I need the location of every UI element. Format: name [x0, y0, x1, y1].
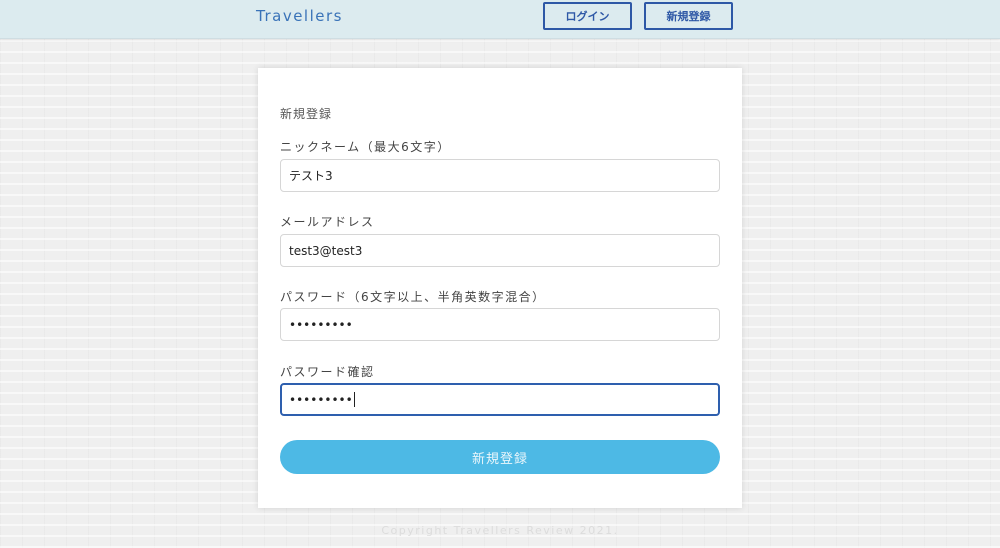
text-caret	[353, 392, 355, 407]
nickname-input[interactable]: テスト3	[280, 159, 720, 192]
email-input[interactable]: test3@test3	[280, 234, 720, 267]
email-value: test3@test3	[289, 243, 363, 258]
password-input[interactable]: •••••••••	[280, 308, 720, 341]
top-header: Travellers ログイン 新規登録	[0, 0, 1000, 39]
password-value: •••••••••	[289, 317, 353, 332]
password-label: パスワード（6文字以上、半角英数字混合）	[280, 290, 546, 304]
nickname-label: ニックネーム（最大6文字）	[280, 140, 451, 154]
login-button[interactable]: ログイン	[543, 2, 632, 30]
password-confirm-label: パスワード確認	[280, 365, 375, 379]
nickname-value: テスト3	[289, 169, 333, 183]
copyright-footer: Copyright Travellers Review 2021.	[381, 524, 619, 537]
signup-submit-button[interactable]: 新規登録	[280, 440, 720, 474]
signup-form-card: 新規登録 ニックネーム（最大6文字） テスト3 メールアドレス test3@te…	[258, 68, 742, 508]
password-confirm-value: •••••••••	[289, 392, 353, 407]
site-logo[interactable]: Travellers	[256, 7, 343, 25]
signup-nav-button[interactable]: 新規登録	[644, 2, 733, 30]
form-title: 新規登録	[280, 107, 333, 121]
email-label: メールアドレス	[280, 215, 375, 229]
password-confirm-input[interactable]: •••••••••	[280, 383, 720, 416]
